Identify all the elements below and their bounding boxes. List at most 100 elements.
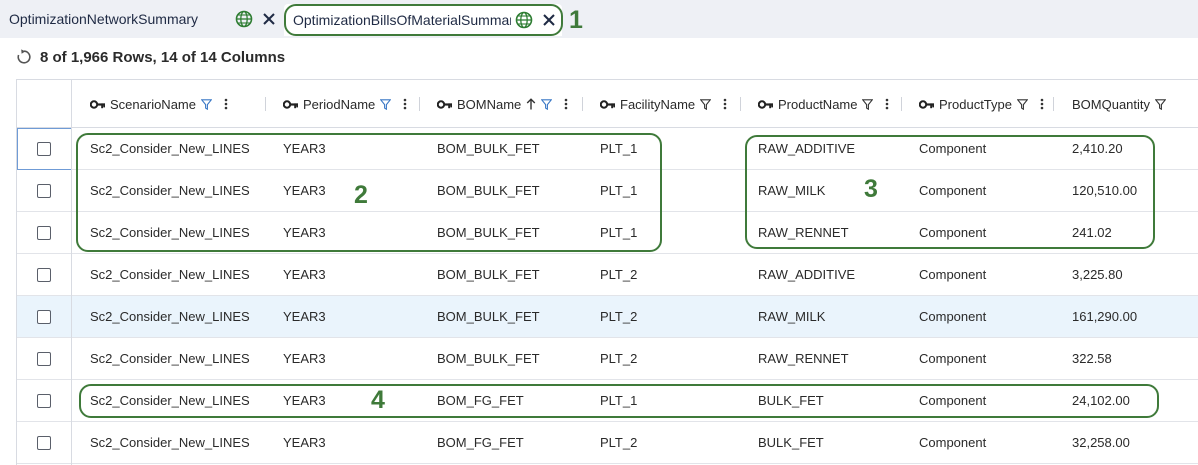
cell-bomquantity[interactable]: 24,102.00	[1072, 380, 1130, 421]
cell-productname[interactable]: RAW_RENNET	[758, 338, 849, 379]
column-header-facilityname[interactable]: FacilityName	[600, 80, 727, 128]
more-options-icon[interactable]	[564, 98, 568, 110]
key-icon	[437, 99, 452, 109]
selection-column	[17, 80, 72, 465]
filter-icon[interactable]	[1155, 98, 1167, 110]
cell-producttype[interactable]: Component	[919, 296, 986, 337]
cell-facilityname[interactable]: PLT_2	[600, 338, 637, 379]
cell-periodname[interactable]: YEAR3	[283, 296, 326, 337]
cell-scenarioname[interactable]: Sc2_Consider_New_LINES	[90, 170, 250, 211]
table-row[interactable]: Sc2_Consider_New_LINES YEAR3 BOM_BULK_FET P…	[17, 128, 1198, 170]
cell-bomname[interactable]: BOM_BULK_FET	[437, 254, 540, 295]
more-options-icon[interactable]	[1040, 98, 1044, 110]
cell-bomquantity[interactable]: 3,225.80	[1072, 254, 1123, 295]
column-separator[interactable]	[265, 97, 266, 111]
cell-scenarioname[interactable]: Sc2_Consider_New_LINES	[90, 296, 250, 337]
cell-productname[interactable]: RAW_RENNET	[758, 212, 849, 253]
cell-producttype[interactable]: Component	[919, 254, 986, 295]
cell-bomname[interactable]: BOM_BULK_FET	[437, 170, 540, 211]
cell-producttype[interactable]: Component	[919, 128, 986, 169]
cell-bomquantity[interactable]: 2,410.20	[1072, 128, 1123, 169]
column-header-producttype[interactable]: ProductType	[919, 80, 1044, 128]
more-options-icon[interactable]	[403, 98, 407, 110]
table-row[interactable]: Sc2_Consider_New_LINES YEAR3 BOM_BULK_FET P…	[17, 170, 1198, 212]
cell-bomname[interactable]: BOM_BULK_FET	[437, 128, 540, 169]
cell-bomquantity[interactable]: 120,510.00	[1072, 170, 1137, 211]
column-separator[interactable]	[901, 97, 902, 111]
column-header-bomquantity[interactable]: BOMQuantity	[1072, 80, 1167, 128]
cell-facilityname[interactable]: PLT_2	[600, 254, 637, 295]
cell-productname[interactable]: BULK_FET	[758, 380, 824, 421]
filter-icon[interactable]	[201, 98, 212, 110]
column-header-bomname[interactable]: BOMName	[437, 80, 568, 128]
cell-scenarioname[interactable]: Sc2_Consider_New_LINES	[90, 380, 250, 421]
cell-facilityname[interactable]: PLT_2	[600, 422, 637, 463]
cell-bomquantity[interactable]: 241.02	[1072, 212, 1112, 253]
column-header-scenarioname[interactable]: ScenarioName	[90, 80, 228, 128]
column-header-periodname[interactable]: PeriodName	[283, 80, 407, 128]
cell-bomname[interactable]: BOM_BULK_FET	[437, 212, 540, 253]
close-icon[interactable]	[262, 12, 276, 26]
cell-periodname[interactable]: YEAR3	[283, 128, 326, 169]
table-row[interactable]: Sc2_Consider_New_LINES YEAR3 BOM_BULK_FET P…	[17, 254, 1198, 296]
cell-producttype[interactable]: Component	[919, 170, 986, 211]
cell-bomquantity[interactable]: 322.58	[1072, 338, 1112, 379]
cell-periodname[interactable]: YEAR3	[283, 422, 326, 463]
column-separator[interactable]	[582, 97, 583, 111]
cell-periodname[interactable]: YEAR3	[283, 338, 326, 379]
cell-productname[interactable]: RAW_ADDITIVE	[758, 128, 855, 169]
cell-producttype[interactable]: Component	[919, 422, 986, 463]
cell-facilityname[interactable]: PLT_2	[600, 296, 637, 337]
tab-optimization-bills-of-material-summary[interactable]: OptimizationBillsOfMaterialSummary	[284, 4, 562, 36]
tab-optimization-network-summary[interactable]: OptimizationNetworkSummary	[0, 0, 282, 38]
table-row[interactable]: Sc2_Consider_New_LINES YEAR3 BOM_BULK_FET P…	[17, 338, 1198, 380]
column-separator[interactable]	[1053, 97, 1054, 111]
cell-scenarioname[interactable]: Sc2_Consider_New_LINES	[90, 338, 250, 379]
cell-bomname[interactable]: BOM_BULK_FET	[437, 338, 540, 379]
sort-ascending-icon[interactable]	[526, 98, 536, 110]
column-separator[interactable]	[419, 97, 420, 111]
cell-facilityname[interactable]: PLT_1	[600, 212, 637, 253]
column-separator[interactable]	[740, 97, 741, 111]
cell-productname[interactable]: BULK_FET	[758, 422, 824, 463]
more-options-icon[interactable]	[723, 98, 727, 110]
column-header-productname[interactable]: ProductName	[758, 80, 889, 128]
close-icon[interactable]	[542, 13, 556, 27]
cell-facilityname[interactable]: PLT_1	[600, 170, 637, 211]
table-row[interactable]: Sc2_Consider_New_LINES YEAR3 BOM_FG_FET PLT…	[17, 422, 1198, 464]
cell-bomname[interactable]: BOM_FG_FET	[437, 380, 524, 421]
refresh-icon[interactable]	[16, 49, 32, 65]
filter-icon[interactable]	[380, 98, 392, 110]
cell-facilityname[interactable]: PLT_1	[600, 128, 637, 169]
cell-producttype[interactable]: Component	[919, 212, 986, 253]
cell-periodname[interactable]: YEAR3	[283, 254, 326, 295]
cell-periodname[interactable]: YEAR3	[283, 212, 326, 253]
cell-bomquantity[interactable]: 32,258.00	[1072, 422, 1130, 463]
cell-periodname[interactable]: YEAR3	[283, 380, 326, 421]
cell-productname[interactable]: RAW_ADDITIVE	[758, 254, 855, 295]
filter-icon[interactable]	[541, 98, 553, 110]
more-options-icon[interactable]	[224, 98, 228, 110]
column-header-label: BOMName	[457, 96, 522, 112]
cell-scenarioname[interactable]: Sc2_Consider_New_LINES	[90, 254, 250, 295]
more-options-icon[interactable]	[885, 98, 889, 110]
cell-scenarioname[interactable]: Sc2_Consider_New_LINES	[90, 128, 250, 169]
table-row[interactable]: Sc2_Consider_New_LINES YEAR3 BOM_BULK_FET P…	[17, 212, 1198, 254]
cell-bomname[interactable]: BOM_FG_FET	[437, 422, 524, 463]
filter-icon[interactable]	[1017, 98, 1028, 110]
cell-bomquantity[interactable]: 161,290.00	[1072, 296, 1137, 337]
cell-producttype[interactable]: Component	[919, 338, 986, 379]
filter-icon[interactable]	[700, 98, 712, 110]
cell-scenarioname[interactable]: Sc2_Consider_New_LINES	[90, 422, 250, 463]
cell-productname[interactable]: RAW_MILK	[758, 170, 825, 211]
table-row[interactable]: Sc2_Consider_New_LINES YEAR3 BOM_FG_FET PLT…	[17, 380, 1198, 422]
filter-icon[interactable]	[862, 98, 874, 110]
table-row[interactable]: Sc2_Consider_New_LINES YEAR3 BOM_BULK_FET P…	[17, 296, 1198, 338]
cell-periodname[interactable]: YEAR3	[283, 170, 326, 211]
cell-scenarioname[interactable]: Sc2_Consider_New_LINES	[90, 212, 250, 253]
globe-icon	[235, 10, 253, 28]
cell-facilityname[interactable]: PLT_1	[600, 380, 637, 421]
cell-bomname[interactable]: BOM_BULK_FET	[437, 296, 540, 337]
cell-producttype[interactable]: Component	[919, 380, 986, 421]
cell-productname[interactable]: RAW_MILK	[758, 296, 825, 337]
